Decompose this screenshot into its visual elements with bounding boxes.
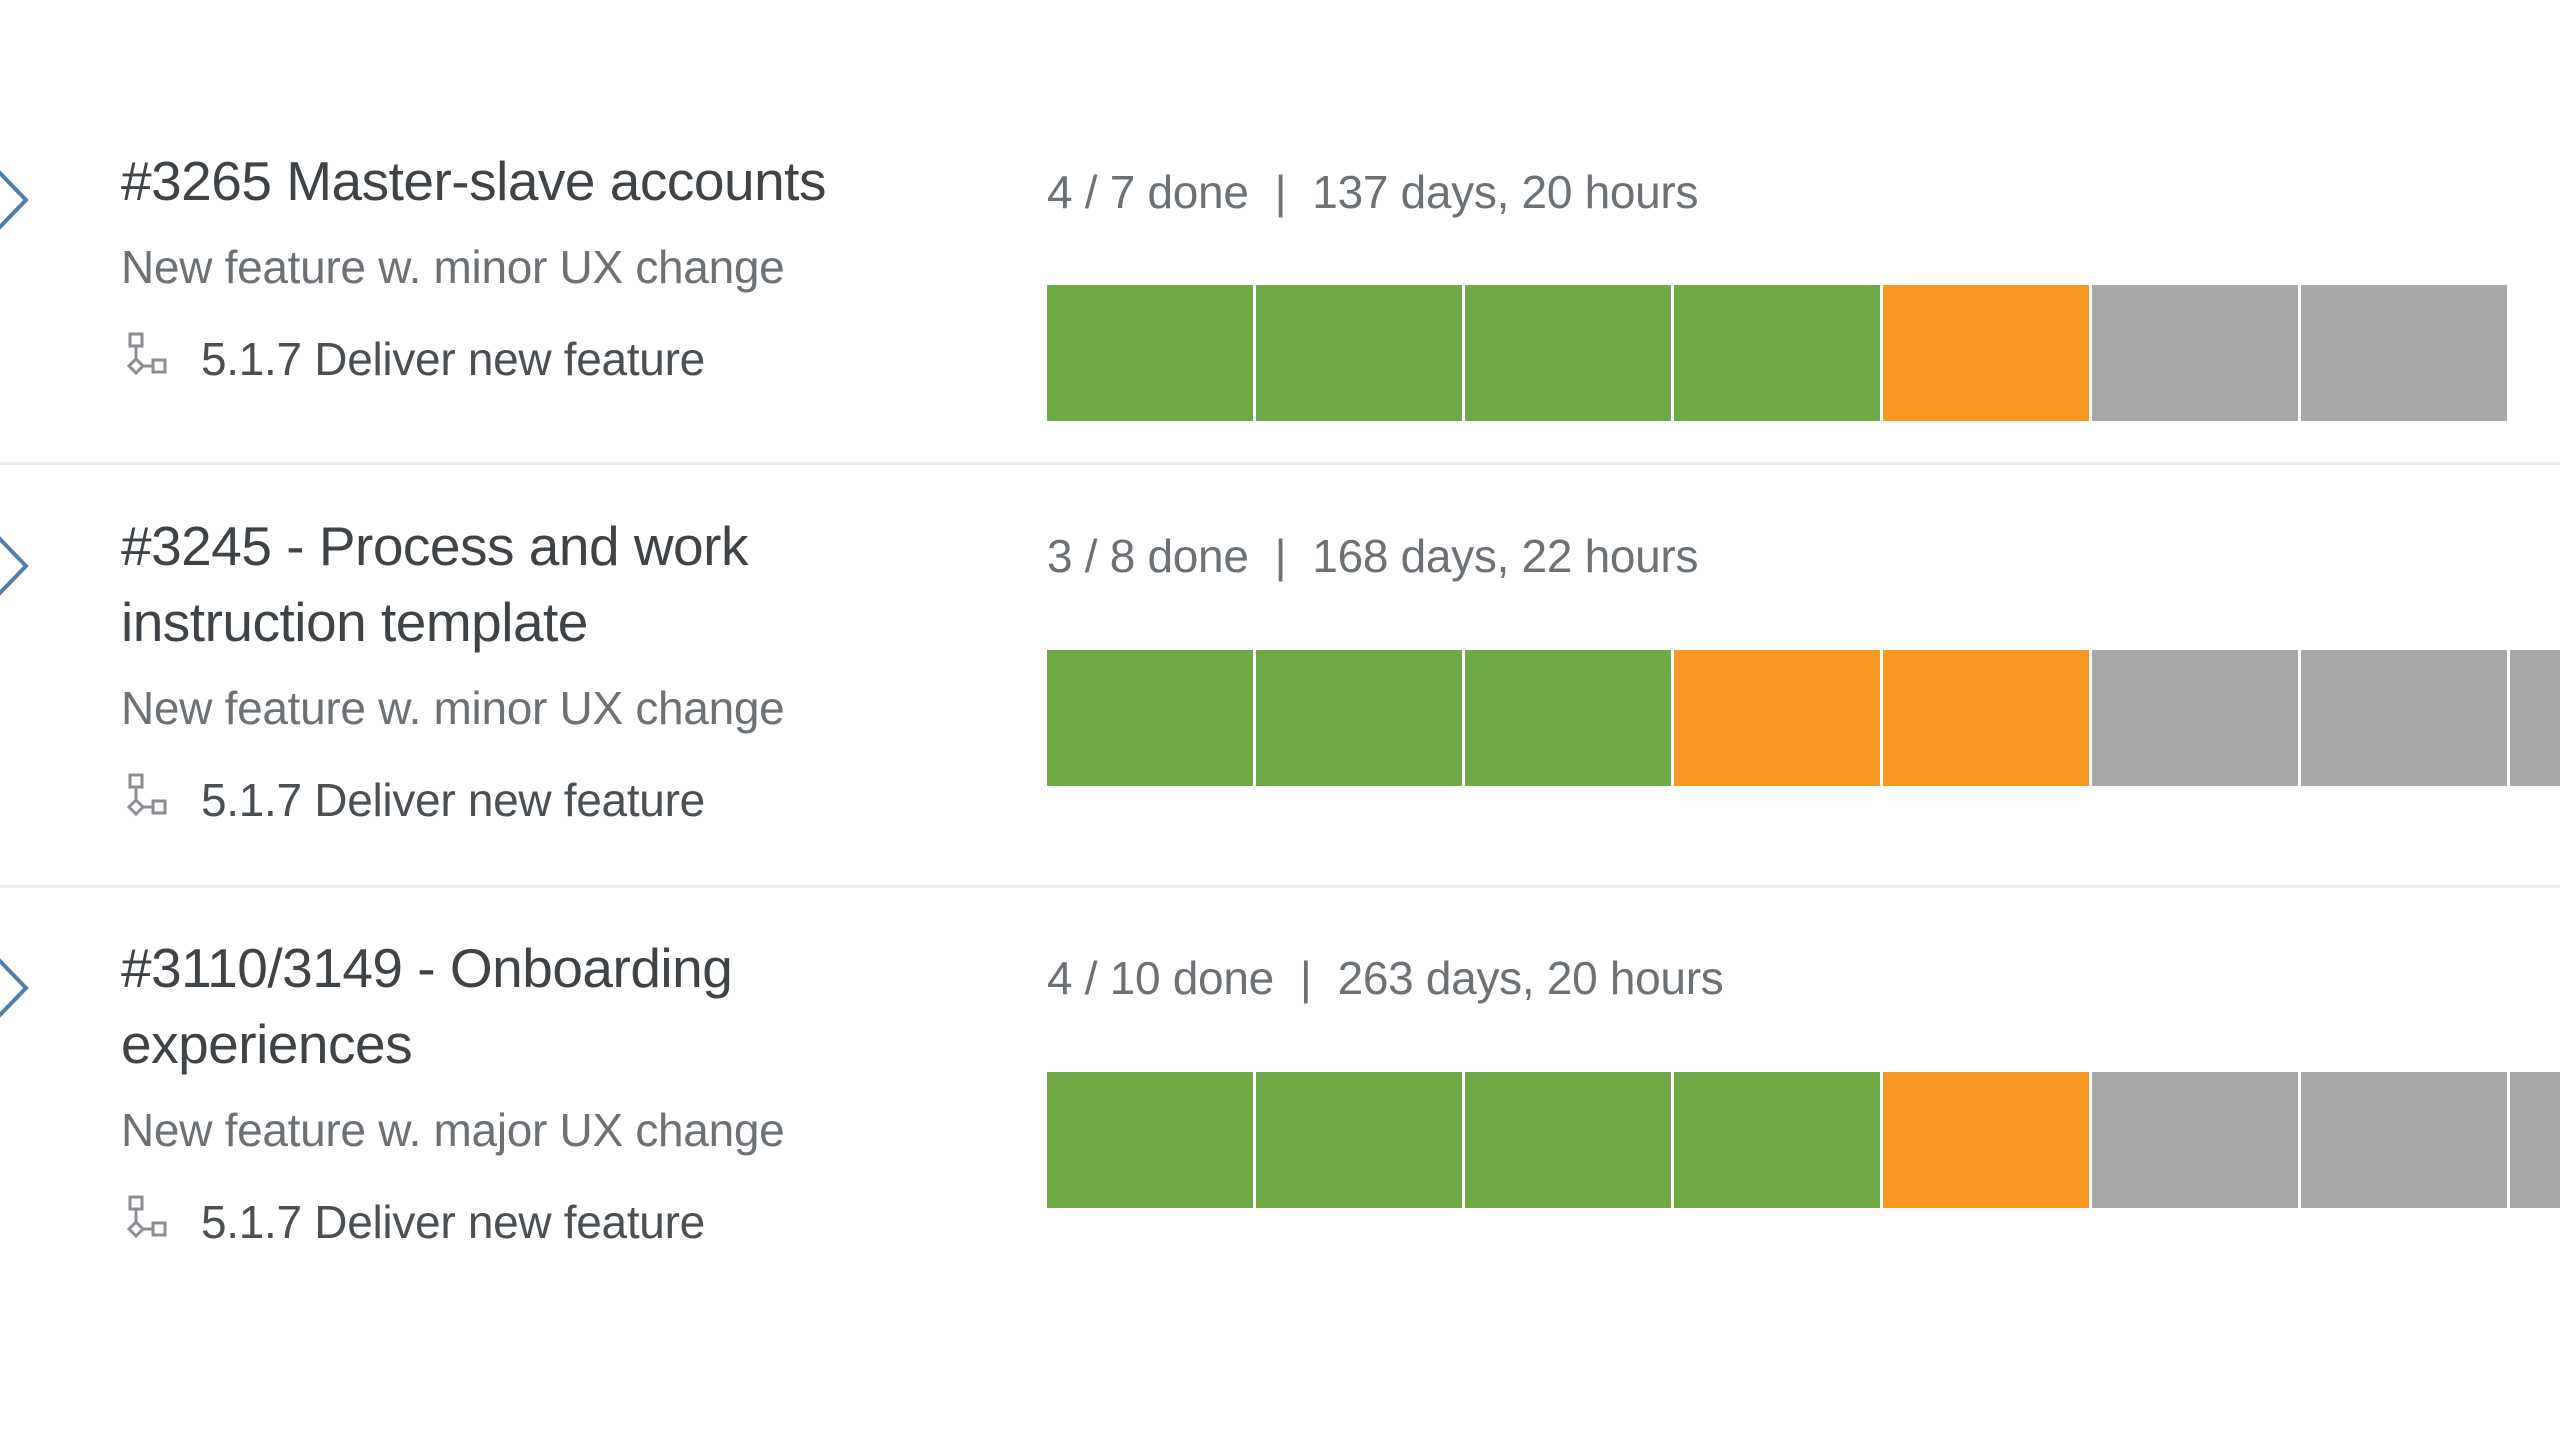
done-count: 4 / 10 done [1047,952,1274,1004]
progress-segment-done[interactable] [1256,285,1462,421]
item-title[interactable]: #3245 - Process and work instruction tem… [121,508,841,660]
progress-segment-todo[interactable] [2092,650,2298,786]
progress-segment-done[interactable] [1047,285,1253,421]
duration: 168 days, 22 hours [1312,530,1699,582]
progress-segment-todo[interactable] [2510,1072,2560,1208]
item-stats: 4 / 10 done | 263 days, 20 hours [1047,950,1724,1006]
duration: 263 days, 20 hours [1337,952,1724,1004]
hierarchy-icon [121,772,173,828]
item-goal-label: 5.1.7 Deliver new feature [201,333,705,385]
item-info: #3265 Master-slave accounts New feature … [121,143,921,387]
progress-segment-in-progress[interactable] [1883,1072,2089,1208]
item-type: New feature w. minor UX change [121,241,785,293]
progress-segment-todo[interactable] [2092,285,2298,421]
progress-segment-done[interactable] [1674,1072,1880,1208]
item-stats: 3 / 8 done | 168 days, 22 hours [1047,528,1698,584]
item-goal[interactable]: 5.1.7 Deliver new feature [121,1194,921,1250]
progress-segment-done[interactable] [1256,1072,1462,1208]
item-type: New feature w. major UX change [121,1104,785,1156]
chevron-right-icon[interactable] [0,165,34,235]
item-info: #3110/3149 - Onboarding experiences New … [121,930,921,1250]
item-goal[interactable]: 5.1.7 Deliver new feature [121,772,921,828]
item-title[interactable]: #3110/3149 - Onboarding experiences [121,930,841,1082]
item-title[interactable]: #3265 Master-slave accounts [121,143,921,219]
hierarchy-icon [121,331,173,387]
progress-segment-in-progress[interactable] [1883,285,2089,421]
progress-segment-in-progress[interactable] [1883,650,2089,786]
progress-segment-done[interactable] [1465,1072,1671,1208]
progress-segment-todo[interactable] [2301,650,2507,786]
item-info: #3245 - Process and work instruction tem… [121,508,921,828]
progress-segment-done[interactable] [1465,285,1671,421]
progress-segment-done[interactable] [1465,650,1671,786]
item-type: New feature w. minor UX change [121,682,785,734]
progress-bar [1047,650,2560,786]
progress-segment-todo[interactable] [2510,650,2560,786]
progress-bar [1047,1072,2560,1208]
chevron-right-icon[interactable] [0,953,34,1023]
list-item[interactable]: #3265 Master-slave accounts New feature … [0,0,2560,463]
stats-separator: | [1299,952,1312,1004]
progress-segment-done[interactable] [1047,650,1253,786]
duration: 137 days, 20 hours [1312,166,1699,218]
progress-segment-in-progress[interactable] [1674,650,1880,786]
list-item[interactable]: #3245 - Process and work instruction tem… [0,463,2560,886]
progress-bar [1047,285,2510,421]
done-count: 4 / 7 done [1047,166,1249,218]
progress-segment-todo[interactable] [2301,285,2507,421]
progress-segment-done[interactable] [1047,1072,1253,1208]
hierarchy-icon [121,1194,173,1250]
progress-segment-done[interactable] [1256,650,1462,786]
done-count: 3 / 8 done [1047,530,1249,582]
item-goal-label: 5.1.7 Deliver new feature [201,1196,705,1248]
progress-segment-todo[interactable] [2092,1072,2298,1208]
item-goal-label: 5.1.7 Deliver new feature [201,774,705,826]
item-stats: 4 / 7 done | 137 days, 20 hours [1047,164,1698,220]
epic-progress-list: #3265 Master-slave accounts New feature … [0,0,2560,1440]
item-goal[interactable]: 5.1.7 Deliver new feature [121,331,921,387]
chevron-right-icon[interactable] [0,531,34,601]
stats-separator: | [1274,166,1287,218]
progress-segment-done[interactable] [1674,285,1880,421]
stats-separator: | [1274,530,1287,582]
list-item[interactable]: #3110/3149 - Onboarding experiences New … [0,886,2560,1440]
progress-segment-todo[interactable] [2301,1072,2507,1208]
